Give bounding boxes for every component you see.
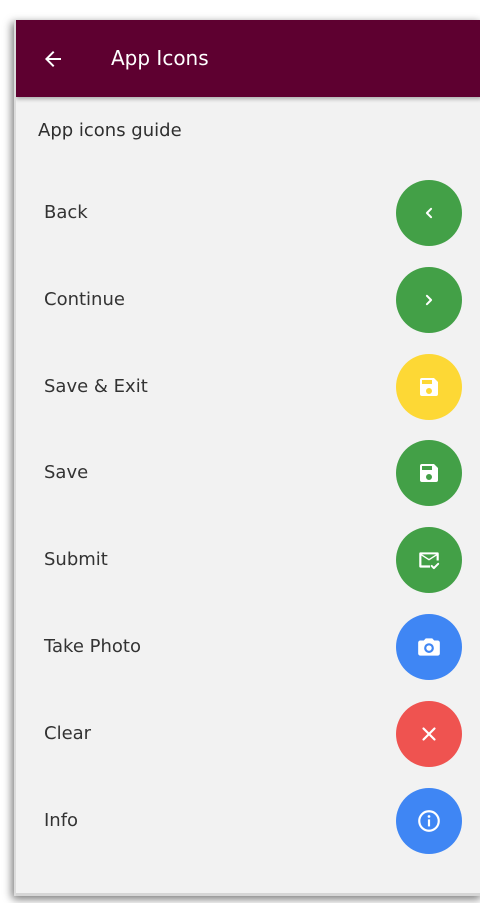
save-exit-circle-button[interactable] xyxy=(396,353,462,420)
item-label: Save xyxy=(44,462,89,484)
chevron-right-icon xyxy=(425,294,433,305)
floppy-disk-icon xyxy=(420,464,438,483)
item-label: Take Photo xyxy=(44,635,141,657)
list-item-submit: Submit xyxy=(16,527,480,614)
list-item-continue: Continue xyxy=(16,266,480,354)
back-circle-button[interactable] xyxy=(396,180,462,246)
list-item-clear: Clear xyxy=(16,700,480,788)
info-circle-button[interactable] xyxy=(396,787,462,854)
info-icon xyxy=(418,809,440,832)
item-label: Info xyxy=(44,809,79,831)
camera-icon xyxy=(418,638,440,656)
list-item-save-exit: Save & Exit xyxy=(16,353,480,441)
app-bar: App Icons xyxy=(16,20,480,97)
save-circle-button[interactable] xyxy=(396,440,462,507)
list-item-save: Save xyxy=(16,440,480,527)
bottom-divider xyxy=(16,893,480,896)
continue-circle-button[interactable] xyxy=(396,266,462,333)
item-label: Submit xyxy=(44,549,108,571)
list-item-info: Info xyxy=(16,787,480,875)
mail-check-icon xyxy=(419,552,440,570)
clear-circle-button[interactable] xyxy=(396,700,462,767)
arrow-left-icon xyxy=(45,51,61,67)
list-item-back: Back xyxy=(16,180,480,267)
submit-circle-button[interactable] xyxy=(396,527,462,594)
chevron-left-icon xyxy=(425,207,433,219)
close-icon xyxy=(422,727,436,741)
page-title: App icons guide xyxy=(38,120,182,141)
list-item-take-photo: Take Photo xyxy=(16,613,480,701)
item-label: Back xyxy=(44,202,88,223)
app-window: App Icons App icons guide Back Continue … xyxy=(14,20,480,896)
item-label: Continue xyxy=(44,288,125,310)
item-label: Clear xyxy=(44,722,92,744)
floppy-disk-icon xyxy=(420,377,438,396)
item-label: Save & Exit xyxy=(44,375,148,397)
icon-list: Back Continue Save & Exit Save Submit Ta… xyxy=(16,180,480,874)
app-bar-title: App Icons xyxy=(111,46,209,70)
take-photo-circle-button[interactable] xyxy=(396,613,462,680)
back-button[interactable] xyxy=(36,42,70,76)
